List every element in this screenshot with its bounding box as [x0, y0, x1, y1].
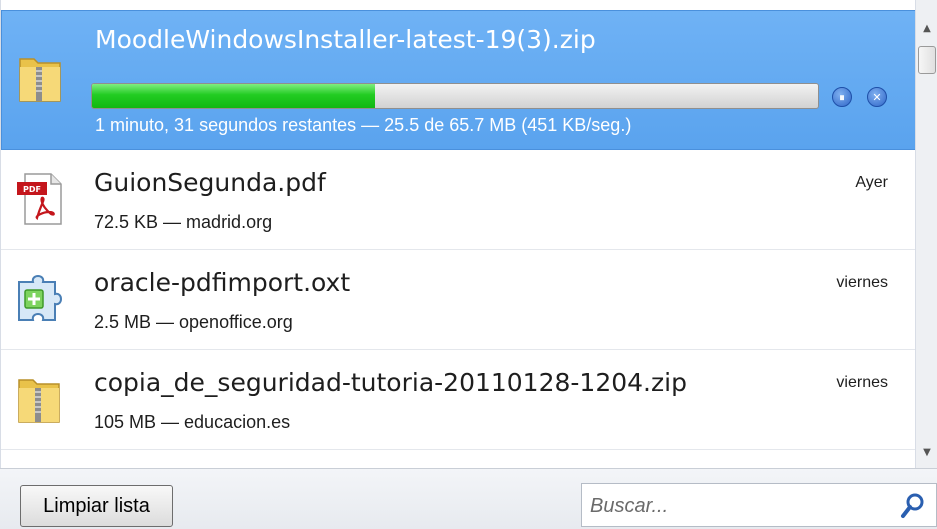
- download-meta: 72.5 KB — madrid.org: [94, 212, 273, 232]
- download-filename: copia_de_seguridad-tutoria-20110128-1204…: [94, 368, 687, 397]
- download-item[interactable]: copia_de_seguridad-tutoria-20110128-1204…: [1, 350, 915, 450]
- pdf-badge-label: PDF: [23, 185, 41, 194]
- close-icon: ✕: [872, 90, 882, 104]
- pause-icon: ⏸: [839, 90, 845, 104]
- download-date: viernes: [836, 274, 888, 291]
- downloads-list: MoodleWindowsInstaller-latest-19(3).zip …: [0, 0, 915, 468]
- download-item[interactable]: PDF GuionSegunda.pdf 72.5 KB — madrid.or…: [1, 150, 915, 250]
- bottom-toolbar: Limpiar lista: [0, 468, 937, 529]
- scroll-down-arrow-icon[interactable]: ▼: [920, 446, 934, 460]
- download-item[interactable]: oracle-pdfimport.oxt 2.5 MB — openoffice…: [1, 250, 915, 350]
- vertical-scrollbar[interactable]: ▲ ▼: [915, 0, 937, 468]
- download-progress-fill: [92, 84, 376, 108]
- download-filename: oracle-pdfimport.oxt: [94, 268, 351, 297]
- download-status-text: 1 minuto, 31 segundos restantes — 25.5 d…: [95, 115, 632, 135]
- extension-puzzle-icon: [18, 275, 62, 321]
- download-filename: MoodleWindowsInstaller-latest-19(3).zip: [95, 25, 596, 54]
- search-box[interactable]: [581, 483, 937, 527]
- download-item-active[interactable]: MoodleWindowsInstaller-latest-19(3).zip …: [1, 10, 915, 150]
- download-date: viernes: [836, 374, 888, 391]
- scroll-up-arrow-icon[interactable]: ▲: [920, 22, 934, 36]
- download-date: Ayer: [855, 174, 888, 191]
- search-input[interactable]: [590, 492, 890, 520]
- clear-list-button[interactable]: Limpiar lista: [20, 485, 173, 527]
- download-meta: 105 MB — educacion.es: [94, 412, 291, 432]
- download-item-partial[interactable]: [1, 450, 915, 468]
- zip-folder-icon: [19, 58, 61, 102]
- cancel-button[interactable]: ✕: [867, 87, 887, 107]
- download-filename: GuionSegunda.pdf: [94, 168, 326, 197]
- pdf-file-icon: PDF: [17, 173, 62, 225]
- pause-button[interactable]: ⏸: [832, 87, 852, 107]
- download-progress-bar: [91, 83, 819, 109]
- scroll-thumb[interactable]: [918, 46, 936, 74]
- zip-folder-icon: [18, 379, 60, 423]
- download-meta: 2.5 MB — openoffice.org: [94, 312, 293, 332]
- search-icon[interactable]: [900, 492, 926, 520]
